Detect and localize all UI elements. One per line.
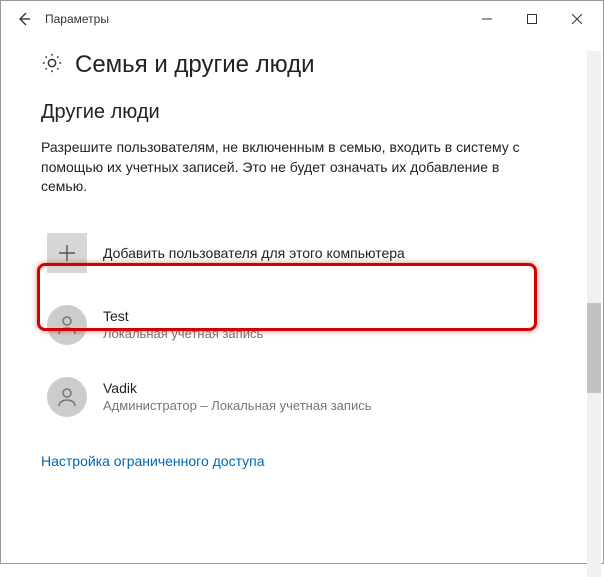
avatar	[47, 305, 87, 345]
arrow-left-icon	[16, 11, 32, 27]
add-user-button[interactable]: Добавить пользователя для этого компьюте…	[41, 225, 521, 281]
add-user-label: Добавить пользователя для этого компьюте…	[103, 245, 405, 261]
restricted-access-link[interactable]: Настройка ограниченного доступа	[41, 453, 265, 469]
maximize-button[interactable]	[509, 1, 554, 37]
section-title: Другие люди	[41, 101, 563, 124]
plus-icon	[47, 233, 87, 273]
back-button[interactable]	[5, 1, 43, 37]
window-title: Параметры	[45, 12, 109, 26]
content-area: Семья и другие люди Другие люди Разрешит…	[1, 51, 603, 577]
person-icon	[55, 385, 79, 409]
scrollbar-thumb[interactable]	[587, 303, 601, 393]
maximize-icon	[527, 14, 537, 24]
page-title: Семья и другие люди	[75, 51, 315, 79]
user-info: Test Локальная учетная запись	[103, 308, 263, 341]
user-name: Vadik	[103, 380, 371, 396]
page-header: Семья и другие люди	[41, 51, 563, 79]
user-subtitle: Локальная учетная запись	[103, 326, 263, 341]
close-button[interactable]	[554, 1, 599, 37]
minimize-icon	[482, 14, 492, 24]
window-controls	[464, 1, 599, 37]
avatar	[47, 377, 87, 417]
user-item[interactable]: Vadik Администратор – Локальная учетная …	[41, 369, 521, 425]
person-icon	[55, 313, 79, 337]
user-item[interactable]: Test Локальная учетная запись	[41, 297, 521, 353]
link-row: Настройка ограниченного доступа	[41, 453, 563, 471]
section-description: Разрешите пользователям, не включенным в…	[41, 138, 521, 197]
titlebar: Параметры	[1, 1, 603, 37]
user-info: Vadik Администратор – Локальная учетная …	[103, 380, 371, 413]
gear-icon	[41, 52, 63, 79]
user-subtitle: Администратор – Локальная учетная запись	[103, 398, 371, 413]
minimize-button[interactable]	[464, 1, 509, 37]
close-icon	[572, 14, 582, 24]
user-name: Test	[103, 308, 263, 324]
